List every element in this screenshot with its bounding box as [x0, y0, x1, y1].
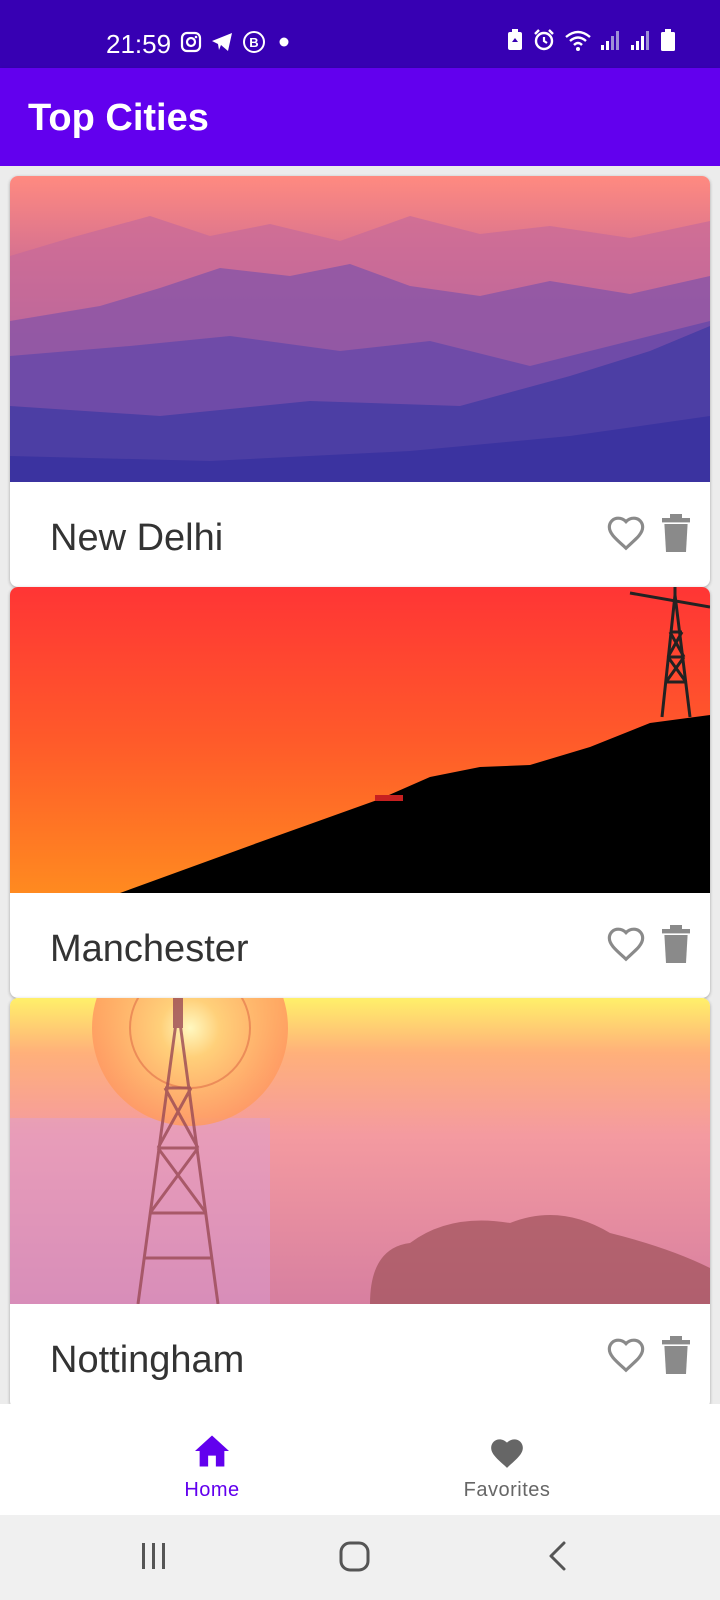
home-circle-icon[interactable] — [338, 1539, 372, 1573]
nav-label-favorites: Favorites — [463, 1479, 551, 1501]
nav-label-home: Home — [184, 1479, 240, 1501]
wifi-icon — [565, 30, 591, 51]
signal-icon — [631, 31, 649, 50]
status-time: 21:59 — [106, 29, 172, 59]
telegram-icon — [212, 33, 232, 51]
favorite-button[interactable] — [606, 514, 646, 554]
city-image — [10, 998, 710, 1304]
battery-icon — [661, 29, 675, 51]
favorite-button[interactable] — [606, 1336, 646, 1376]
nav-item-home[interactable]: Home — [132, 1404, 292, 1515]
city-image — [10, 176, 710, 482]
signal-icon — [601, 31, 619, 50]
city-name: Nottingham — [50, 1339, 245, 1381]
city-card[interactable]: New Delhi — [10, 176, 710, 587]
heart-outline-icon — [607, 1338, 645, 1373]
notification-icons: B — [180, 30, 294, 54]
system-navigation-bar — [0, 1515, 720, 1600]
page-title: Top Cities — [28, 97, 209, 139]
home-icon — [195, 1435, 229, 1467]
svg-text:B: B — [249, 35, 258, 50]
back-icon[interactable] — [544, 1539, 570, 1573]
trash-icon — [662, 925, 690, 963]
city-list[interactable]: New Delhi Manchester Nottingham — [0, 166, 720, 1404]
recents-icon[interactable] — [140, 1539, 168, 1573]
nav-item-favorites[interactable]: Favorites — [427, 1404, 587, 1515]
delete-button[interactable] — [662, 514, 694, 554]
system-icons — [506, 28, 676, 52]
favorite-button[interactable] — [606, 925, 646, 965]
city-name: Manchester — [50, 928, 249, 970]
city-card[interactable]: Nottingham — [10, 998, 710, 1404]
dot-icon — [279, 37, 289, 47]
heart-outline-icon — [607, 927, 645, 962]
delete-button[interactable] — [662, 925, 694, 965]
alarm-icon — [534, 29, 554, 51]
trash-icon — [662, 1336, 690, 1374]
heart-icon — [491, 1439, 523, 1468]
city-name: New Delhi — [50, 517, 224, 559]
city-card[interactable]: Manchester — [10, 587, 710, 998]
app-bar: Top Cities — [0, 68, 720, 166]
status-bar: 21:59 B — [0, 0, 720, 68]
trash-icon — [662, 514, 690, 552]
instagram-icon — [180, 31, 202, 53]
delete-button[interactable] — [662, 1336, 694, 1376]
city-image — [10, 587, 710, 893]
heart-outline-icon — [607, 516, 645, 551]
b-icon: B — [243, 31, 265, 53]
bottom-navigation: Home Favorites — [0, 1404, 720, 1515]
battery-saver-icon — [508, 29, 522, 50]
